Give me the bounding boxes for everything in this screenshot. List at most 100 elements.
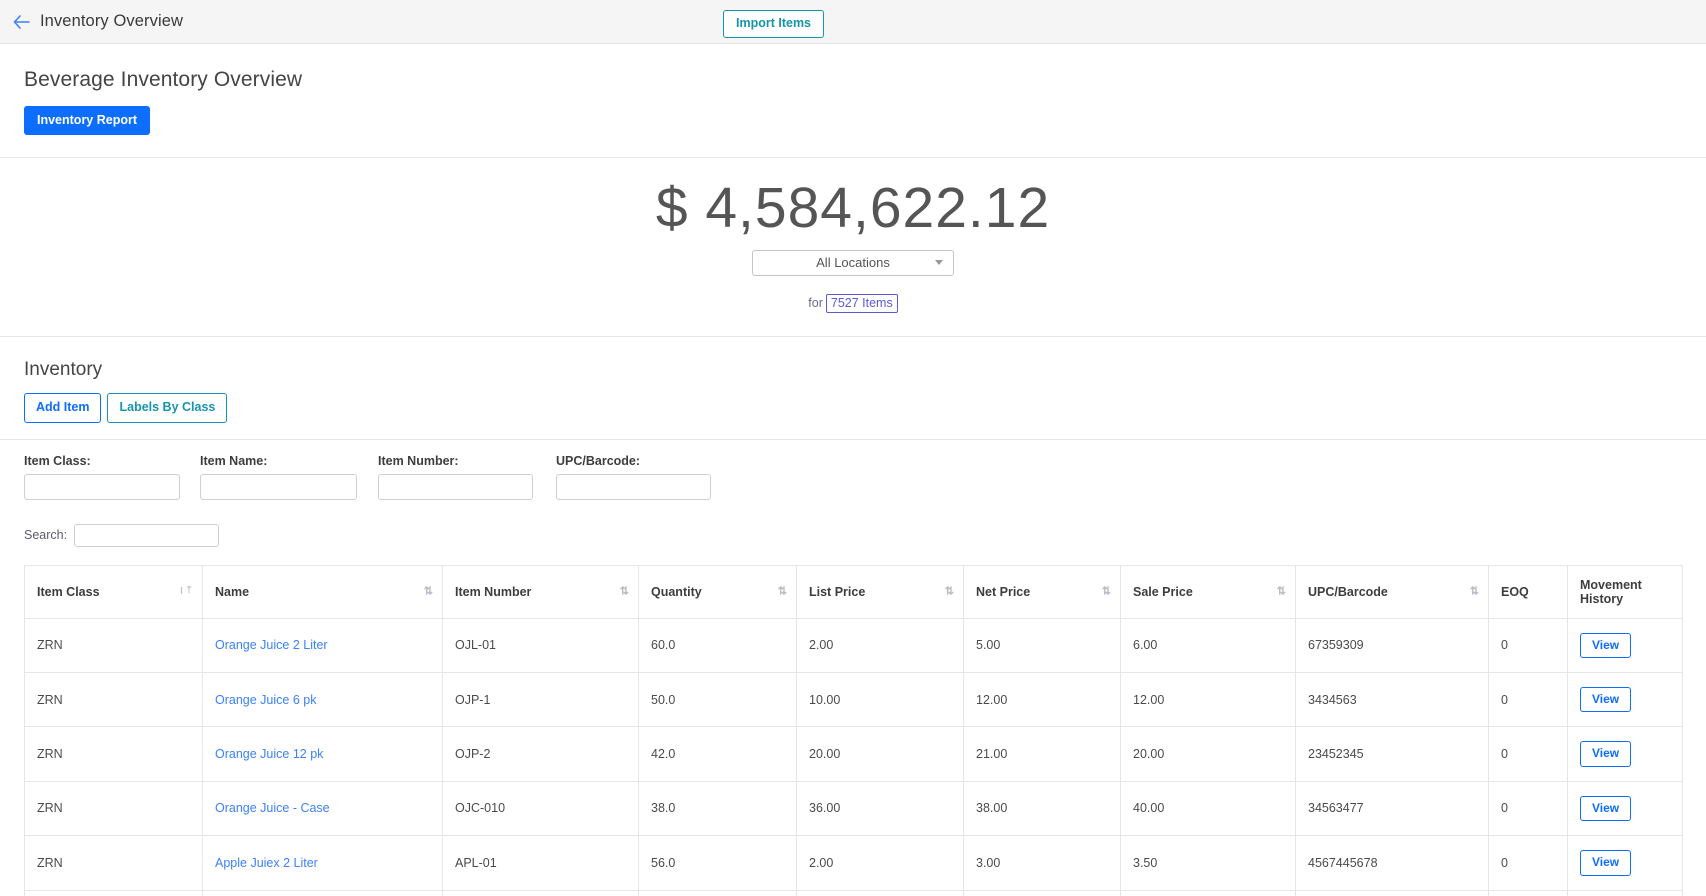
location-filter-value: All Locations — [816, 255, 890, 271]
cell-upc-barcode: 23452345 — [1295, 726, 1489, 782]
column-header-net-price-label: Net Price — [976, 584, 1031, 599]
item-name-link[interactable]: Orange Juice 12 pk — [215, 747, 323, 761]
table-row: ZRN Apple Juiex 2 Liter APL-01 56.0 2.00… — [24, 835, 1683, 891]
for-label: for — [808, 295, 823, 310]
column-header-sale-price[interactable]: Sale Price ⇅ — [1120, 564, 1296, 619]
filter-upc-barcode-input[interactable] — [556, 473, 711, 500]
inventory-action-buttons: Add Item Labels By Class — [24, 392, 1706, 423]
table-header-row: Item Class Name ⇅ Item Number ⇅ Quantity… — [24, 564, 1683, 619]
cell-eoq: 0 — [1488, 780, 1568, 837]
column-header-net-price[interactable]: Net Price ⇅ — [963, 564, 1121, 619]
cell-net-price: 12.00 — [963, 671, 1121, 728]
column-header-name[interactable]: Name ⇅ — [202, 564, 443, 619]
view-movement-history-button[interactable]: View — [1580, 686, 1632, 713]
column-header-upc-barcode[interactable]: UPC/Barcode ⇅ — [1295, 564, 1489, 619]
item-name-link[interactable]: Orange Juice 6 pk — [215, 693, 316, 707]
cell-quantity: 56.0 — [638, 835, 797, 891]
table-row: ZRN Orange Juice 6 pk OJP-1 50.0 10.00 1… — [24, 671, 1683, 728]
cell-item-number: OJP-1 — [442, 671, 639, 728]
arrow-left-icon[interactable] — [10, 11, 32, 33]
view-movement-history-button[interactable]: View — [1580, 632, 1632, 658]
cell-name: Orange Juice 2 Liter — [202, 617, 443, 673]
view-movement-history-button[interactable]: View — [1580, 795, 1632, 822]
cell-name: Apple Juiex 2 Liter — [202, 835, 443, 891]
cell-net-price: 21.00 — [963, 726, 1121, 782]
filters-panel: Item Class: Item Name: Item Number: UPC/… — [0, 438, 1706, 500]
cell-sale-price: 40.00 — [1120, 780, 1296, 837]
cell-item-class: ZRN — [24, 889, 203, 896]
item-name-link[interactable]: Apple Juiex 2 Liter — [215, 856, 318, 870]
labels-by-class-button[interactable]: Labels By Class — [107, 392, 228, 423]
filter-item-class: Item Class: — [24, 454, 184, 500]
breadcrumb-title: Inventory Overview — [40, 12, 184, 30]
filter-item-number-label: Item Number: — [378, 453, 459, 468]
table-row: ZRN Orange Juice 12 pk OJP-2 42.0 20.00 … — [24, 726, 1683, 782]
cell-upc-barcode: 3434563 — [1295, 671, 1489, 728]
column-header-list-price[interactable]: List Price ⇅ — [796, 564, 964, 619]
import-items-button[interactable]: Import Items — [723, 10, 825, 38]
cell-movement-history: View — [1567, 726, 1683, 782]
cell-quantity: 50.0 — [638, 671, 797, 728]
cell-upc-barcode: 234542352345 — [1295, 889, 1489, 896]
search-row: Search: — [24, 523, 1706, 547]
item-count-link[interactable]: 7527 Items — [825, 293, 898, 313]
cell-name: Orange Juice 6 pk — [202, 671, 443, 728]
column-header-quantity[interactable]: Quantity ⇅ — [638, 564, 797, 619]
cell-item-class: ZRN — [24, 726, 203, 782]
view-movement-history-button[interactable]: View — [1580, 741, 1632, 767]
cell-sale-price: 12.00 — [1120, 889, 1296, 896]
cell-net-price: 5.00 — [963, 617, 1121, 673]
cell-sale-price: 6.00 — [1120, 617, 1296, 673]
cell-name: Orange Juice - Case — [202, 780, 443, 837]
cell-upc-barcode: 67359309 — [1295, 617, 1489, 673]
view-movement-history-button[interactable]: View — [1580, 850, 1632, 876]
column-header-item-class-label: Item Class — [37, 584, 100, 599]
cell-item-number: OJP-2 — [442, 726, 639, 782]
cell-movement-history: View — [1567, 671, 1683, 728]
sort-arrows-icon: ⇅ — [423, 585, 433, 598]
inventory-value-summary: $ 4,584,622.12 All Locations for 7527 Ite… — [0, 157, 1706, 337]
cell-list-price: 2.00 — [796, 835, 964, 891]
cell-movement-history: View — [1567, 889, 1683, 896]
filter-item-class-label: Item Class: — [24, 453, 91, 468]
cell-list-price: 20.00 — [796, 726, 964, 782]
cell-sale-price: 12.00 — [1120, 671, 1296, 728]
column-header-item-class[interactable]: Item Class — [24, 564, 203, 619]
total-inventory-value: $ 4,584,622.12 — [655, 176, 1051, 240]
column-header-eoq: EOQ — [1488, 564, 1568, 619]
item-name-link[interactable]: Orange Juice - Case — [215, 801, 330, 815]
sort-arrows-icon: ⇅ — [777, 585, 787, 598]
sort-arrows-icon: ⇅ — [1276, 585, 1286, 598]
top-bar: Inventory Overview Import Items — [0, 0, 1706, 44]
column-header-list-price-label: List Price — [809, 584, 866, 599]
filter-item-name-input[interactable] — [200, 473, 357, 500]
add-item-button[interactable]: Add Item — [24, 392, 102, 423]
filter-item-class-input[interactable] — [24, 473, 180, 500]
filter-item-name-label: Item Name: — [200, 453, 268, 468]
filter-item-number-input[interactable] — [378, 473, 533, 500]
filter-upc-barcode-label: UPC/Barcode: — [556, 453, 641, 468]
column-header-item-number[interactable]: Item Number ⇅ — [442, 564, 639, 619]
column-header-quantity-label: Quantity — [651, 584, 702, 599]
cell-item-class: ZRN — [24, 780, 203, 837]
column-header-upc-barcode-label: UPC/Barcode — [1308, 584, 1388, 599]
filter-upc-barcode: UPC/Barcode: — [556, 454, 718, 500]
cell-eoq: 0 — [1488, 726, 1568, 782]
cell-eoq: 0 — [1488, 671, 1568, 728]
column-header-movement-history: Movement History — [1567, 564, 1683, 619]
item-name-link[interactable]: Orange Juice 2 Liter — [215, 638, 328, 652]
cell-quantity: 60.0 — [638, 617, 797, 673]
column-header-eoq-label: EOQ — [1501, 584, 1529, 599]
sort-arrows-icon: ⇅ — [619, 585, 629, 598]
cell-eoq: 0 — [1488, 835, 1568, 891]
filter-item-name: Item Name: — [200, 454, 362, 500]
table-head: Item Class Name ⇅ Item Number ⇅ Quantity… — [24, 564, 1683, 619]
cell-item-class: ZRN — [24, 671, 203, 728]
table-row: ZRN Apple Juice 6 pk AJP-1 120.0 10.00 1… — [24, 889, 1683, 896]
location-filter-select[interactable]: All Locations — [752, 249, 954, 276]
table-body: ZRN Orange Juice 2 Liter OJL-01 60.0 2.0… — [24, 617, 1683, 896]
cell-upc-barcode: 4567445678 — [1295, 835, 1489, 891]
search-input[interactable] — [74, 523, 220, 547]
cell-name: Apple Juice 6 pk — [202, 889, 443, 896]
inventory-report-button[interactable]: Inventory Report — [24, 106, 151, 135]
